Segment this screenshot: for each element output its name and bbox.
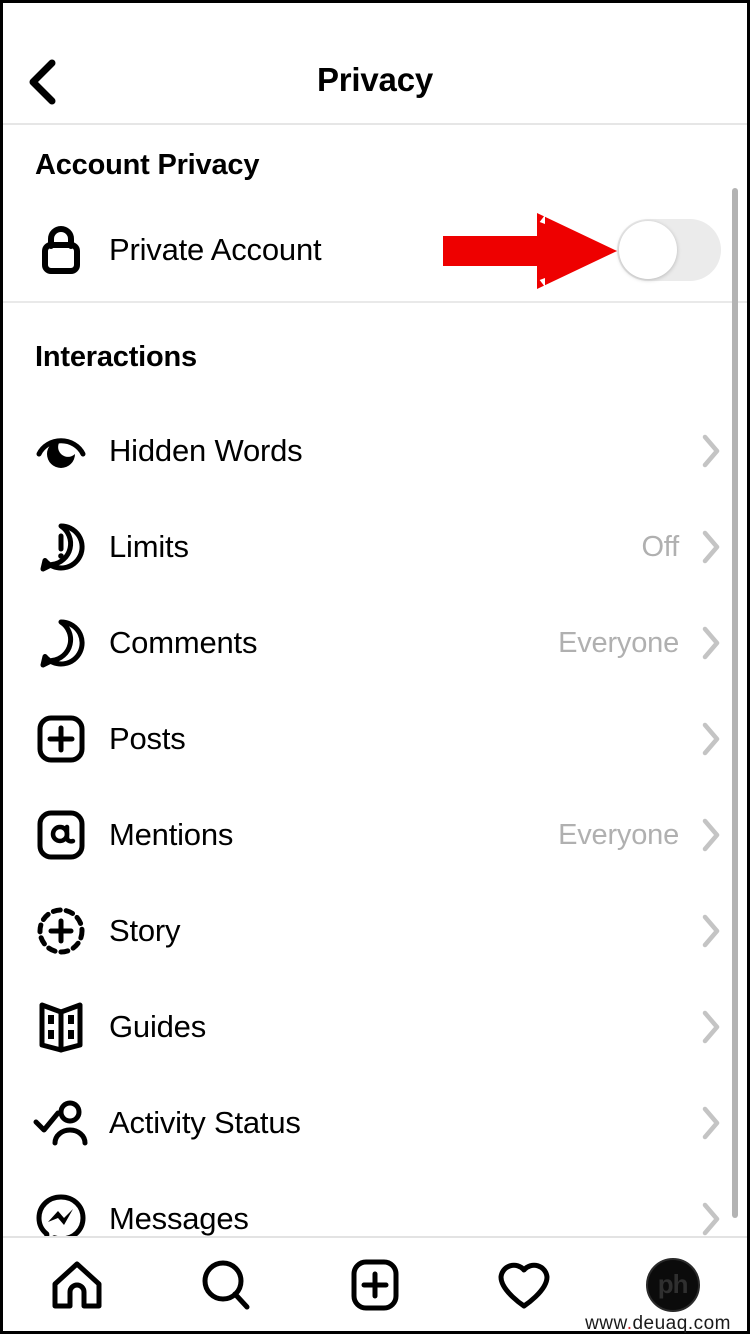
row-posts[interactable]: Posts xyxy=(3,691,747,787)
row-mentions[interactable]: Mentions Everyone xyxy=(3,787,747,883)
phone-screen: Privacy Account Privacy Private Account … xyxy=(0,0,750,1334)
story-plus-icon xyxy=(29,906,93,956)
mentions-at-icon xyxy=(29,809,93,861)
chevron-right-icon xyxy=(701,914,721,948)
bottom-navigation-bar: ph www.deuaq.com xyxy=(3,1238,747,1334)
lock-icon xyxy=(29,224,93,276)
vertical-scrollbar[interactable] xyxy=(732,188,738,1218)
watermark: www.deuaq.com xyxy=(585,1313,731,1334)
nav-activity[interactable] xyxy=(449,1238,598,1331)
posts-plus-icon xyxy=(29,714,93,764)
row-hidden-words[interactable]: Hidden Words xyxy=(3,403,747,499)
section-header-interactions: Interactions xyxy=(35,341,197,373)
chevron-right-icon xyxy=(701,818,721,852)
page-title: Privacy xyxy=(316,61,434,98)
add-post-icon xyxy=(351,1259,399,1310)
search-icon xyxy=(202,1260,250,1309)
row-label-guides: Guides xyxy=(109,1009,207,1044)
comment-bubble-icon xyxy=(29,617,93,669)
toggle-knob xyxy=(619,221,677,279)
row-value-comments: Everyone xyxy=(558,626,679,659)
chevron-right-icon xyxy=(701,626,721,660)
private-account-toggle[interactable] xyxy=(617,219,721,281)
row-label-mentions: Mentions xyxy=(109,817,234,852)
divider-account-section xyxy=(3,301,747,303)
row-label-story: Story xyxy=(109,913,181,948)
chevron-right-icon xyxy=(701,530,721,564)
hidden-words-icon xyxy=(29,426,93,476)
row-guides[interactable]: Guides xyxy=(3,979,747,1075)
chevron-right-icon xyxy=(701,1202,721,1236)
chevron-right-icon xyxy=(701,434,721,468)
row-label-comments: Comments xyxy=(109,625,258,660)
chevron-right-icon xyxy=(701,1106,721,1140)
avatar: ph xyxy=(645,1257,700,1312)
section-header-account-privacy: Account Privacy xyxy=(35,149,260,181)
row-label-limits: Limits xyxy=(109,529,189,564)
nav-home[interactable] xyxy=(3,1238,152,1331)
row-label-private-account: Private Account xyxy=(109,232,322,267)
row-value-limits: Off xyxy=(641,530,679,563)
row-value-mentions: Everyone xyxy=(558,818,679,851)
limits-icon xyxy=(29,521,93,573)
app-header: Privacy xyxy=(3,3,747,125)
heart-icon xyxy=(498,1262,550,1308)
row-label-activity-status: Activity Status xyxy=(109,1105,301,1140)
row-comments[interactable]: Comments Everyone xyxy=(3,595,747,691)
row-label-hidden-words: Hidden Words xyxy=(109,433,303,468)
guides-icon xyxy=(29,1001,93,1053)
activity-status-icon xyxy=(29,1098,93,1148)
row-label-messages: Messages xyxy=(109,1201,249,1236)
avatar-text: ph xyxy=(657,1269,689,1299)
nav-create-post[interactable] xyxy=(301,1238,450,1331)
watermark-prefix: www xyxy=(585,1313,627,1334)
home-icon xyxy=(52,1261,102,1308)
chevron-right-icon xyxy=(701,722,721,756)
chevron-right-icon xyxy=(701,1010,721,1044)
nav-search[interactable] xyxy=(152,1238,301,1331)
row-limits[interactable]: Limits Off xyxy=(3,499,747,595)
watermark-suffix: deuaq.com xyxy=(632,1313,731,1334)
row-label-posts: Posts xyxy=(109,721,186,756)
row-story[interactable]: Story xyxy=(3,883,747,979)
row-activity-status[interactable]: Activity Status xyxy=(3,1075,747,1171)
